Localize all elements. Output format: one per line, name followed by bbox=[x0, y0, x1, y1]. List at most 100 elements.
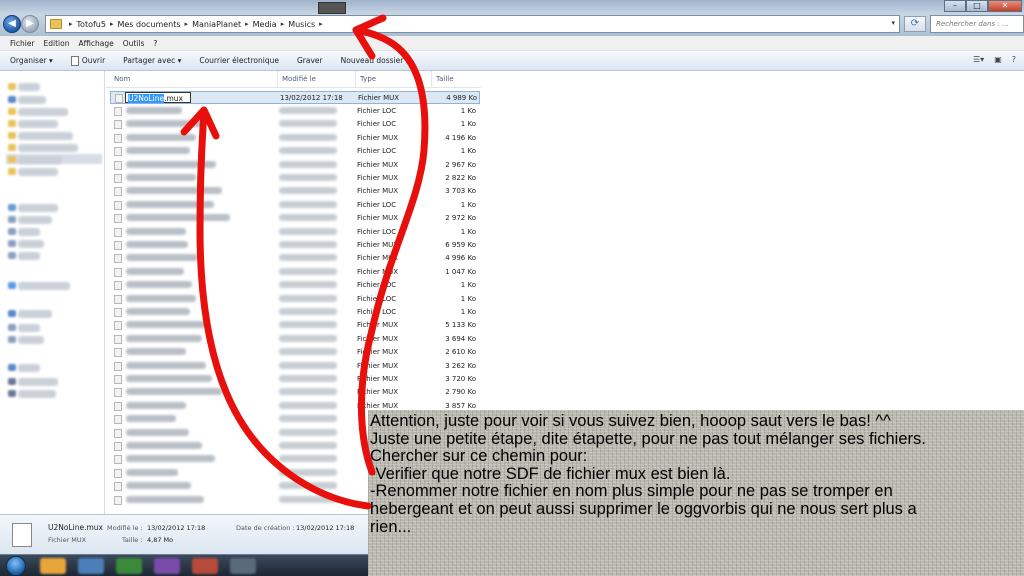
email-button[interactable]: Courrier électronique bbox=[199, 56, 279, 65]
breadcrumb-item[interactable]: Totofu5 bbox=[77, 20, 106, 29]
breadcrumb-item[interactable]: Musics bbox=[288, 20, 315, 29]
help-icon[interactable]: ? bbox=[1012, 55, 1016, 64]
file-row[interactable]: Fichier MUX 2 790 Ko bbox=[110, 386, 480, 399]
file-row[interactable]: Fichier LOC 1 Ko bbox=[110, 145, 480, 158]
nav-item[interactable] bbox=[18, 390, 56, 398]
file-row[interactable]: Fichier MUX 3 703 Ko bbox=[110, 185, 480, 198]
menu-affichage[interactable]: Affichage bbox=[78, 39, 113, 48]
breadcrumb-item[interactable]: Mes documents bbox=[117, 20, 180, 29]
preview-pane-icon[interactable]: ▣ bbox=[994, 55, 1002, 64]
taskbar-app-icon[interactable] bbox=[154, 558, 180, 574]
taskbar-app-icon[interactable] bbox=[40, 558, 66, 574]
nav-item[interactable] bbox=[18, 83, 40, 91]
breadcrumb-item[interactable]: Media bbox=[253, 20, 277, 29]
breadcrumb-separator-icon[interactable]: ▸ bbox=[319, 20, 323, 28]
nav-item[interactable] bbox=[18, 108, 68, 116]
file-row[interactable]: Fichier LOC 1 Ko bbox=[110, 306, 480, 319]
back-arrow-icon[interactable]: ◀ bbox=[3, 15, 21, 33]
blurred-file-name bbox=[126, 294, 196, 302]
nav-item[interactable] bbox=[18, 336, 44, 344]
forward-arrow-icon[interactable]: ▶ bbox=[21, 15, 39, 33]
file-row[interactable]: Fichier LOC 1 Ko bbox=[110, 105, 480, 118]
nav-item[interactable] bbox=[18, 168, 58, 176]
nav-item[interactable] bbox=[18, 240, 44, 248]
file-row[interactable]: Fichier MUX 4 196 Ko bbox=[110, 132, 480, 145]
view-options-icon[interactable]: ☰▾ bbox=[973, 55, 984, 64]
file-row[interactable]: Fichier MUX 5 133 Ko bbox=[110, 319, 480, 332]
file-row[interactable]: Fichier LOC 1 Ko bbox=[110, 226, 480, 239]
file-row[interactable]: Fichier MUX 2 972 Ko bbox=[110, 212, 480, 225]
file-icon bbox=[114, 388, 122, 398]
close-button[interactable]: ✕ bbox=[988, 0, 1022, 12]
nav-item[interactable] bbox=[18, 96, 46, 104]
maximize-button[interactable]: □ bbox=[966, 0, 988, 12]
breadcrumb-separator-icon[interactable]: ▸ bbox=[185, 20, 189, 28]
breadcrumb-separator-icon[interactable]: ▸ bbox=[69, 20, 73, 28]
nav-item[interactable] bbox=[18, 310, 52, 318]
file-row[interactable]: Fichier MUX 2 967 Ko bbox=[110, 159, 480, 172]
column-modified[interactable]: Modifié le bbox=[278, 71, 356, 88]
menu-outils[interactable]: Outils bbox=[123, 39, 145, 48]
file-icon bbox=[114, 375, 122, 384]
chevron-down-icon[interactable]: ▾ bbox=[891, 19, 895, 27]
file-row[interactable]: Fichier LOC 1 Ko bbox=[110, 279, 480, 292]
minimize-button[interactable]: – bbox=[944, 0, 966, 12]
taskbar-app-icon[interactable] bbox=[192, 558, 218, 574]
address-bar[interactable]: ▸ Totofu5 ▸ Mes documents ▸ ManiaPlanet ▸ Media… bbox=[45, 15, 900, 33]
nav-item[interactable] bbox=[18, 228, 40, 236]
breadcrumb-separator-icon[interactable]: ▸ bbox=[281, 20, 285, 28]
blurred-file-date bbox=[279, 107, 337, 114]
column-name[interactable]: Nom bbox=[110, 71, 278, 88]
nav-item[interactable] bbox=[18, 216, 52, 224]
menu-fichier[interactable]: Fichier bbox=[10, 39, 35, 48]
blurred-file-name bbox=[126, 241, 188, 248]
nav-folder-icon bbox=[8, 252, 16, 259]
file-row[interactable]: Fichier LOC 1 Ko bbox=[110, 293, 480, 306]
file-row[interactable]: Fichier MUX 1 047 Ko bbox=[110, 266, 480, 279]
burn-button[interactable]: Graver bbox=[297, 56, 323, 65]
file-icon bbox=[114, 348, 122, 358]
organize-button[interactable]: Organiser ▾ bbox=[10, 56, 53, 65]
file-row[interactable]: Fichier LOC 1 Ko bbox=[110, 118, 480, 131]
open-button[interactable]: Ouvrir bbox=[70, 55, 105, 66]
breadcrumb-item[interactable]: ManiaPlanet bbox=[192, 20, 241, 29]
nav-item[interactable] bbox=[18, 144, 78, 152]
file-row[interactable]: Fichier MUX 3 720 Ko bbox=[110, 373, 480, 386]
breadcrumb-separator-icon[interactable]: ▸ bbox=[245, 20, 249, 28]
file-row[interactable]: Fichier LOC 1 Ko bbox=[110, 199, 480, 212]
rename-input[interactable]: U2NoLine.mux bbox=[125, 92, 191, 103]
nav-item[interactable] bbox=[18, 252, 40, 260]
nav-item[interactable] bbox=[18, 282, 70, 290]
start-button[interactable] bbox=[6, 556, 26, 576]
nav-item[interactable] bbox=[18, 120, 58, 128]
selected-file-row[interactable]: U2NoLine.mux 13/02/2012 17:18 Fichier MU… bbox=[110, 91, 480, 104]
file-row[interactable]: Fichier MUX 6 959 Ko bbox=[110, 239, 480, 252]
nav-item[interactable] bbox=[18, 364, 40, 372]
refresh-button[interactable]: ⟳ bbox=[904, 16, 926, 32]
taskbar-app-icon[interactable] bbox=[230, 558, 256, 574]
nav-item[interactable] bbox=[18, 378, 58, 386]
file-row[interactable]: Fichier MUX 2 822 Ko bbox=[110, 172, 480, 185]
menu-edition[interactable]: Edition bbox=[44, 39, 70, 48]
annotation-line: rien... bbox=[370, 517, 412, 536]
blurred-file-name bbox=[126, 334, 202, 342]
taskbar-app-icon[interactable] bbox=[78, 558, 104, 574]
menu-help[interactable]: ? bbox=[153, 39, 157, 48]
column-size[interactable]: Taille bbox=[432, 71, 482, 88]
file-row[interactable]: Fichier MUX 3 262 Ko bbox=[110, 360, 480, 373]
blurred-file-date bbox=[279, 361, 337, 369]
nav-item[interactable] bbox=[18, 204, 58, 212]
file-row[interactable]: Fichier MUX 2 610 Ko bbox=[110, 346, 480, 359]
search-input[interactable]: Rechercher dans : ... bbox=[930, 15, 1024, 33]
file-type: Fichier LOC bbox=[357, 200, 397, 209]
nav-item[interactable] bbox=[18, 156, 62, 164]
taskbar-app-icon[interactable] bbox=[116, 558, 142, 574]
nav-item[interactable] bbox=[18, 324, 40, 332]
file-row[interactable]: Fichier MUX 3 694 Ko bbox=[110, 333, 480, 346]
file-row[interactable]: Fichier MUX 4 996 Ko bbox=[110, 252, 480, 265]
share-button[interactable]: Partager avec ▾ bbox=[123, 56, 181, 65]
column-type[interactable]: Type bbox=[356, 71, 432, 88]
nav-item[interactable] bbox=[18, 132, 73, 140]
breadcrumb-separator-icon[interactable]: ▸ bbox=[110, 20, 114, 28]
new-folder-button[interactable]: Nouveau dossier bbox=[341, 56, 404, 65]
